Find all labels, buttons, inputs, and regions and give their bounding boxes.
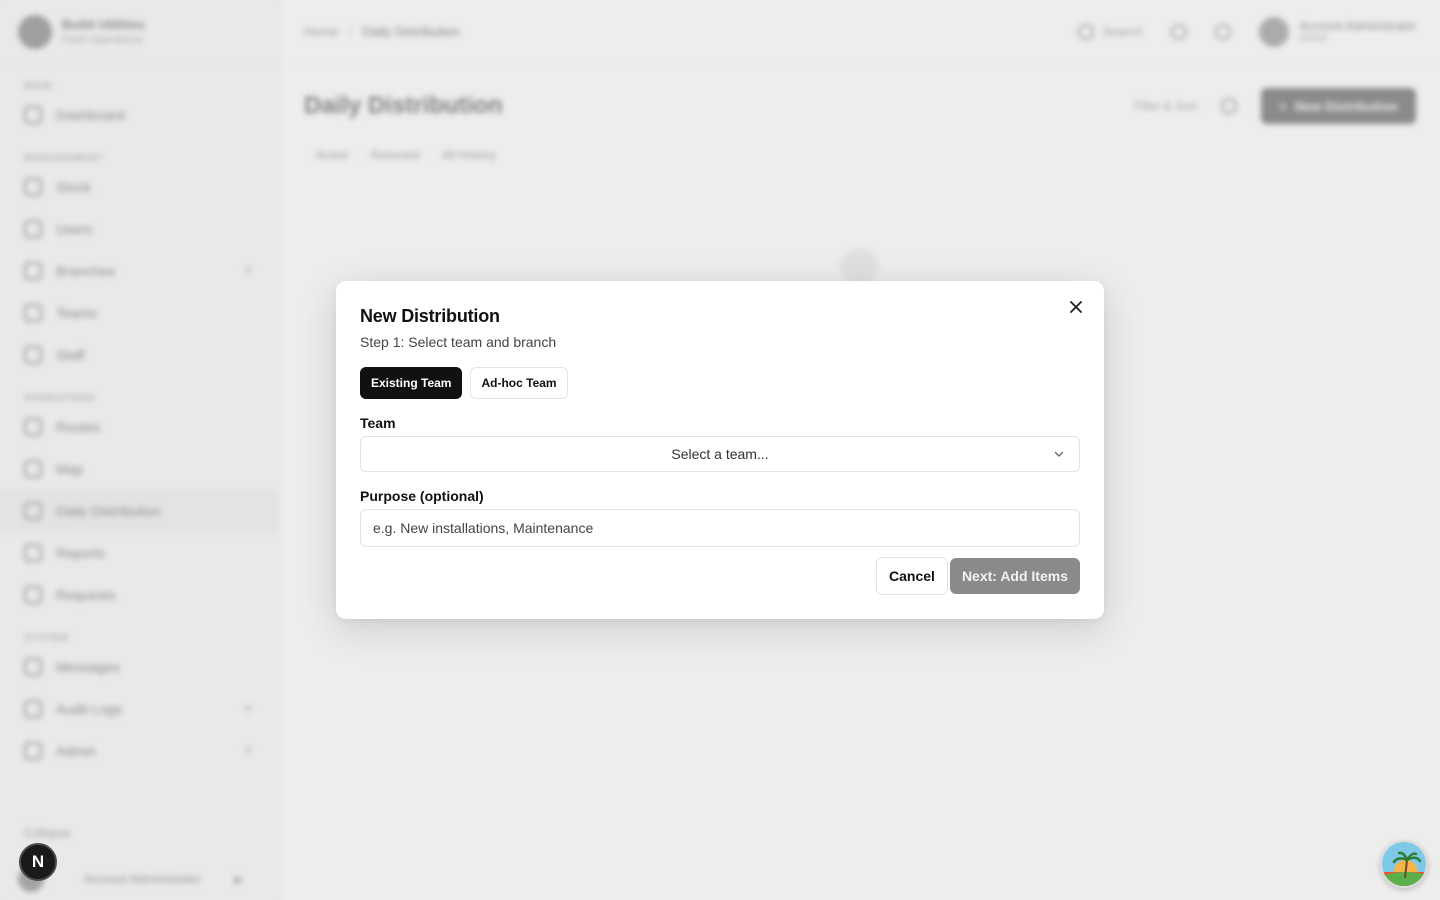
team-select-value: Select a team... (671, 446, 769, 462)
close-icon (1070, 301, 1082, 313)
purpose-label: Purpose (optional) (360, 488, 484, 504)
assistant-avatar-button[interactable] (1380, 840, 1428, 888)
chevron-down-icon (1054, 451, 1064, 457)
adhoc-team-tab[interactable]: Ad-hoc Team (470, 367, 568, 399)
dialog-step-subtitle: Step 1: Select team and branch (360, 334, 557, 350)
new-distribution-dialog: New Distribution Step 1: Select team and… (336, 281, 1104, 619)
cancel-button[interactable]: Cancel (876, 557, 948, 595)
team-label: Team (360, 415, 396, 431)
close-button[interactable] (1066, 297, 1086, 317)
team-select[interactable]: Select a team... (360, 436, 1080, 472)
purpose-input[interactable] (360, 509, 1080, 547)
n-logo-badge[interactable]: N (19, 843, 57, 881)
next-add-items-button[interactable]: Next: Add Items (949, 558, 1080, 594)
existing-team-tab[interactable]: Existing Team (360, 367, 463, 399)
dialog-actions: Cancel Next: Add Items (876, 557, 1080, 595)
dialog-title: New Distribution (360, 306, 500, 326)
team-type-toggle: Existing Team Ad-hoc Team (360, 367, 1080, 399)
